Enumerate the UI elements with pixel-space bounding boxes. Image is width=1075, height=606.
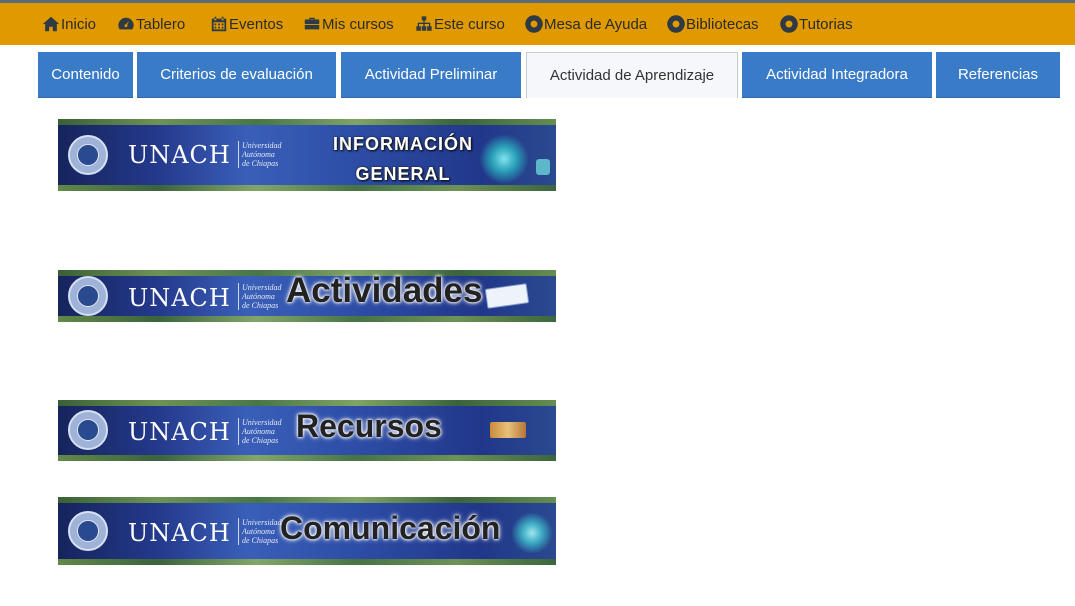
tab-actividad-preliminar[interactable]: Actividad Preliminar [341, 52, 521, 98]
tab-label: Actividad Integradora [766, 66, 908, 83]
unach-seal-logo [68, 410, 108, 450]
uni-line: Autónoma [242, 527, 275, 536]
uni-line: Universidad [242, 141, 282, 150]
tab-criterios-de-evaluacion[interactable]: Criterios de evaluación [137, 52, 336, 98]
nav-eventos[interactable]: Eventos [210, 3, 283, 45]
banner-foliage [58, 559, 556, 565]
banner-brand: UNACH [128, 418, 231, 446]
tab-label: Contenido [51, 66, 120, 83]
banner-foliage [58, 119, 556, 125]
tab-label: Referencias [957, 66, 1039, 83]
home-icon [42, 16, 60, 32]
nav-bibliotecas[interactable]: Bibliotecas [667, 3, 759, 45]
nav-inicio[interactable]: Inicio [42, 3, 96, 45]
banner-brand: UNACH [128, 284, 231, 312]
dashboard-icon [118, 17, 134, 30]
uni-line: de Chiapas [242, 159, 279, 168]
banner-university-name: Universidad Autónoma de Chiapas [238, 283, 282, 310]
document-icon [484, 283, 530, 309]
banner-title: INFORMACIÓN GENERAL [330, 129, 476, 189]
lifering-icon [525, 15, 543, 33]
banner-foliage [58, 455, 556, 461]
tab-referencias[interactable]: Referencias [936, 52, 1060, 98]
books-icon [490, 422, 526, 438]
banner-brand: UNACH [128, 141, 231, 169]
banner-brand: UNACH [128, 519, 231, 547]
uni-line: de Chiapas [242, 301, 279, 310]
banner-recursos[interactable]: UNACH Universidad Autónoma de Chiapas Re… [58, 400, 556, 461]
banner-comunicacion[interactable]: UNACH Universidad Autónoma de Chiapas Co… [58, 497, 556, 565]
top-navbar: Inicio Tablero Eventos Mis cursos Este c… [0, 3, 1075, 45]
banner-title: Comunicación [280, 510, 501, 546]
uni-line: Autónoma [242, 427, 275, 436]
lifering-icon [780, 15, 798, 33]
nav-label: Eventos [229, 15, 284, 33]
banner-actividades[interactable]: UNACH Universidad Autónoma de Chiapas Ac… [58, 270, 556, 322]
tab-label: Criterios de evaluación [160, 66, 313, 83]
nav-label: Bibliotecas [686, 15, 759, 33]
shield-icon [536, 159, 550, 175]
nav-mesa-de-ayuda[interactable]: Mesa de Ayuda [525, 3, 647, 45]
uni-line: Universidad [242, 283, 282, 292]
uni-line: de Chiapas [242, 536, 279, 545]
banner-title-line: INFORMACIÓN [333, 134, 473, 154]
uni-line: Universidad [242, 518, 282, 527]
banner-university-name: Universidad Autónoma de Chiapas [238, 418, 282, 445]
unach-seal-logo [68, 135, 108, 175]
network-icon [478, 135, 530, 183]
uni-line: de Chiapas [242, 436, 279, 445]
nav-label: Este curso [434, 15, 505, 33]
banner-title: Recursos [296, 408, 442, 444]
section-tabs: Contenido Criterios de evaluación Activi… [38, 52, 1060, 98]
nav-label: Inicio [61, 15, 97, 33]
briefcase-icon [304, 17, 320, 30]
banner-foliage [58, 497, 556, 503]
nav-label: Tablero [136, 15, 186, 33]
banner-foliage [58, 185, 556, 191]
unach-seal-logo [68, 276, 108, 316]
sitemap-icon [416, 16, 432, 31]
banner-informacion-general[interactable]: UNACH Universidad Autónoma de Chiapas IN… [58, 119, 556, 191]
tab-actividad-integradora[interactable]: Actividad Integradora [742, 52, 932, 98]
nav-label: Tutorias [799, 15, 853, 33]
uni-line: Autónoma [242, 150, 275, 159]
tab-label: Actividad de Aprendizaje [549, 67, 715, 84]
lifering-icon [667, 15, 685, 33]
unach-seal-logo [68, 511, 108, 551]
uni-line: Autónoma [242, 292, 275, 301]
nav-mis-cursos[interactable]: Mis cursos [303, 3, 394, 45]
banner-university-name: Universidad Autónoma de Chiapas [238, 141, 282, 168]
banner-university-name: Universidad Autónoma de Chiapas [238, 518, 282, 545]
banner-foliage [58, 316, 556, 322]
nav-tablero[interactable]: Tablero [117, 3, 185, 45]
nav-label: Mesa de Ayuda [544, 15, 648, 33]
tab-actividad-de-aprendizaje[interactable]: Actividad de Aprendizaje [526, 52, 738, 98]
nav-este-curso[interactable]: Este curso [415, 3, 505, 45]
uni-line: Universidad [242, 418, 282, 427]
calendar-icon [211, 16, 227, 32]
nav-tutorias[interactable]: Tutorias [780, 3, 853, 45]
tab-contenido[interactable]: Contenido [38, 52, 133, 98]
banner-foliage [58, 400, 556, 406]
tab-label: Actividad Preliminar [364, 66, 498, 83]
nav-label: Mis cursos [322, 15, 394, 33]
network-icon [510, 513, 554, 553]
banner-title: Actividades [286, 271, 483, 310]
